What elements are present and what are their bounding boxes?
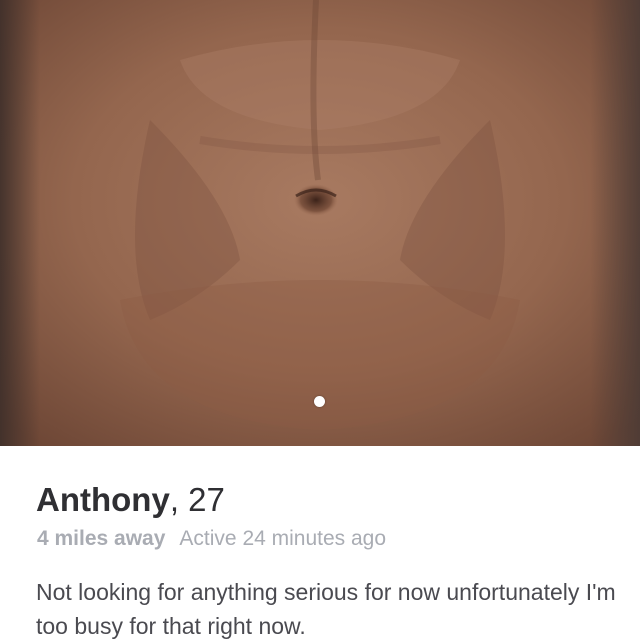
profile-name: Anthony — [36, 481, 170, 518]
profile-meta: 4 miles away Active 24 minutes ago — [37, 526, 386, 552]
profile-card: Anthony, 27 4 miles away Active 24 minute… — [0, 0, 640, 640]
profile-bio: Not looking for anything serious for now… — [36, 579, 616, 639]
profile-photo[interactable] — [0, 0, 640, 446]
photo-image — [0, 0, 640, 446]
last-active-label: Active 24 minutes ago — [179, 527, 387, 550]
profile-age: , 27 — [169, 481, 225, 518]
name-age-heading: Anthony, 27 — [36, 480, 225, 520]
photo-page-indicator-dot[interactable] — [314, 396, 325, 407]
profile-info: Anthony, 27 4 miles away Active 24 minute… — [0, 446, 640, 640]
distance-label: 4 miles away — [37, 527, 166, 550]
